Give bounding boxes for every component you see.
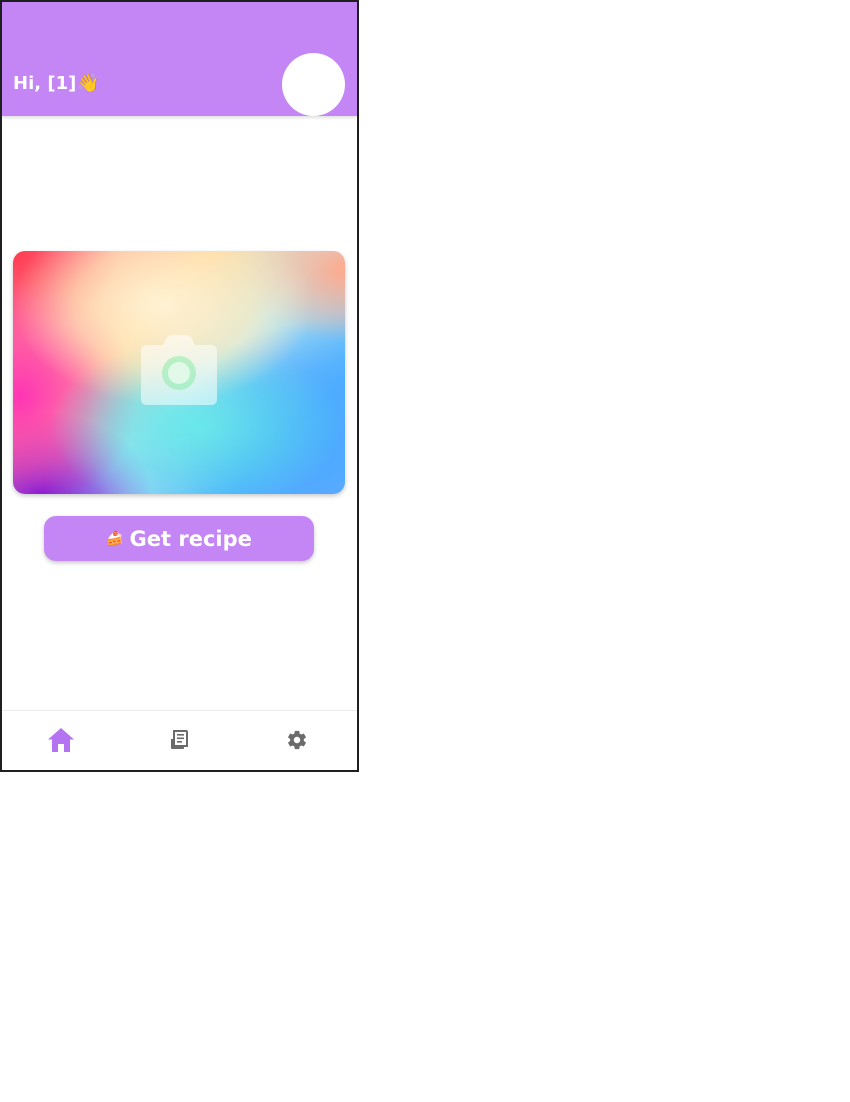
home-icon bbox=[48, 728, 74, 752]
camera-icon bbox=[141, 335, 217, 405]
app-bar: Hi, [1]👋 bbox=[2, 2, 357, 116]
wave-emoji: 👋 bbox=[77, 73, 100, 94]
recipe-book-icon bbox=[171, 730, 188, 749]
greeting-label: Hi, [1] bbox=[13, 73, 77, 94]
greeting-text: Hi, [1]👋 bbox=[13, 72, 100, 96]
avatar[interactable] bbox=[282, 53, 345, 116]
bottom-navigation bbox=[2, 710, 357, 770]
cake-icon: 🍰 bbox=[106, 530, 124, 547]
image-picker[interactable] bbox=[13, 251, 345, 494]
gear-icon bbox=[288, 730, 306, 750]
nav-settings[interactable] bbox=[282, 725, 312, 755]
nav-recipes[interactable] bbox=[164, 725, 194, 755]
get-recipe-label: Get recipe bbox=[129, 526, 252, 551]
nav-home[interactable] bbox=[46, 725, 76, 755]
phone-frame: Hi, [1]👋 🍰 Get recipe bbox=[0, 0, 359, 772]
get-recipe-button[interactable]: 🍰 Get recipe bbox=[44, 516, 314, 561]
